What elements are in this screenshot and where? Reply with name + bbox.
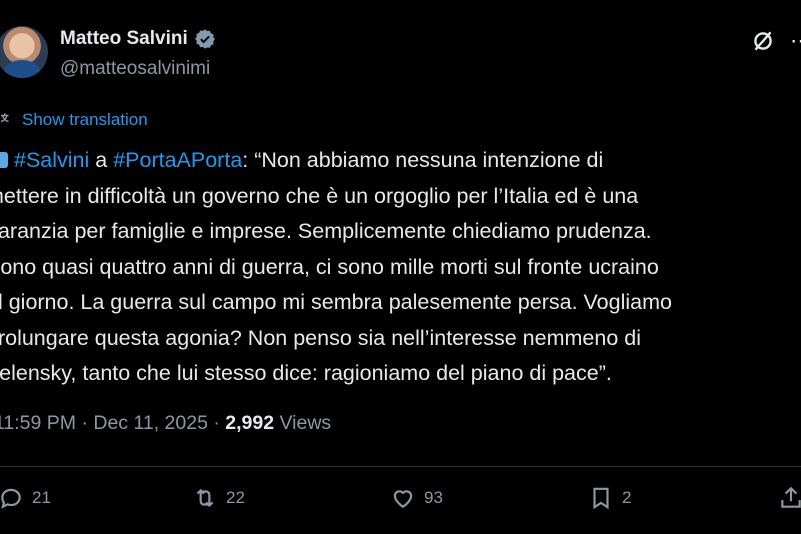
show-translation-label[interactable]: Show translation [22,110,148,130]
author-handle[interactable]: @matteosalvinimi [60,58,210,80]
bookmark-icon [593,487,609,510]
divider [0,466,801,467]
hashtag-portaaporta[interactable]: #PortaAPorta [113,148,242,172]
tweet-time[interactable]: 11:59 PM [0,412,76,434]
translate-icon [0,113,9,123]
show-translation[interactable]: Show translation [0,110,148,130]
verified-badge-icon [194,29,215,49]
tweet-text: #Salvini a #PortaAPorta: “Non abbiamo ne… [0,143,801,392]
views-label: Views [274,412,332,434]
share-icon [781,486,801,508]
reply-count: 21 [32,488,51,507]
tv-emoji-icon [0,152,8,168]
reply-icon [1,488,21,509]
tweet-line-5: al giorno. La guerra sul campo mi sembra… [0,290,672,314]
tweet-line-7: Zelensky, tanto che lui stesso dice: rag… [0,361,612,385]
tweet-line-1-rest: : “Non abbiamo nessuna intenzione di [242,148,604,172]
tweet-date[interactable]: Dec 11, 2025 [93,412,208,434]
tweet-line-2: mettere in difficoltà un governo che è u… [0,183,639,208]
tweet-meta: 11:59 PM · Dec 11, 2025 · 2,992 Views [0,412,331,435]
author-avatar[interactable] [0,26,48,78]
bookmark-button[interactable]: 2 [588,485,631,511]
repost-count: 22 [226,488,245,507]
avatar-shirt [4,60,40,78]
like-count: 93 [424,488,443,507]
tweet-line-4: Sono quasi quattro anni di guerra, ci so… [0,254,659,279]
bookmark-count: 2 [622,488,632,507]
more-options-icon[interactable]: ⋯ [790,28,801,54]
tweet-connector: a [89,148,114,172]
meta-separator: · [207,412,226,434]
reply-button[interactable]: 21 [0,485,51,511]
share-button[interactable] [778,485,801,511]
tweet-line-1: #Salvini a #PortaAPorta: “Non abbiamo ne… [0,143,801,179]
tweet-line-6: prolungare questa agonia? Non penso sia … [0,325,641,350]
repost-button[interactable]: 22 [192,485,245,511]
tweet-line-3: garanzia per famiglie e imprese. Semplic… [0,219,652,243]
hashtag-salvini[interactable]: #Salvini [14,148,89,172]
author-name[interactable]: Matteo Salvini [60,28,188,50]
views-count: 2,992 [225,412,275,434]
like-button[interactable]: 93 [390,485,443,511]
grok-icon[interactable] [750,28,776,54]
author-name-row[interactable]: Matteo Salvini [60,28,216,50]
meta-separator: · [76,412,94,434]
repost-icon [196,488,214,508]
heart-icon [393,490,413,508]
